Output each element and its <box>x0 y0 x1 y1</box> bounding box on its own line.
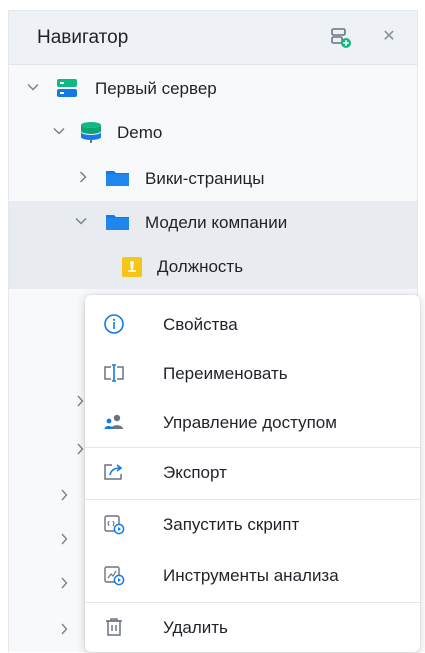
chevron-right-icon[interactable] <box>57 622 71 636</box>
export-icon <box>103 461 125 483</box>
add-server-icon[interactable] <box>331 27 351 49</box>
chevron-down-icon[interactable] <box>73 213 89 229</box>
close-icon[interactable]: ✕ <box>380 26 398 48</box>
tree-item-label: Первый сервер <box>95 79 217 98</box>
menu-item-label: Удалить <box>163 618 228 637</box>
app-frame: Навигатор ✕ Первый сервер Demo Вики-стра… <box>0 0 425 652</box>
menu-item-export[interactable]: Экспорт <box>85 448 420 498</box>
menu-item-properties[interactable]: Свойства <box>85 300 420 350</box>
tree-item-label: Модели компании <box>145 213 288 232</box>
menu-item-label: Инструменты анализа <box>163 566 339 585</box>
tree-item-server[interactable]: Первый сервер <box>9 67 417 111</box>
tree-item-label: Должность <box>157 257 244 276</box>
database-icon <box>79 121 105 143</box>
info-icon <box>103 313 125 335</box>
chevron-right-icon[interactable] <box>57 488 71 502</box>
menu-item-run-script[interactable]: Запустить скрипт <box>85 500 420 550</box>
tree-item-wiki[interactable]: Вики-страницы <box>9 157 417 201</box>
chevron-right-icon[interactable] <box>57 532 71 546</box>
trash-icon <box>103 616 125 638</box>
menu-item-analysis-tools[interactable]: Инструменты анализа <box>85 551 420 601</box>
folder-icon <box>105 211 131 233</box>
menu-item-access-control[interactable]: Управление доступом <box>85 398 420 448</box>
context-menu: Свойства Переименовать Управление доступ… <box>85 295 420 652</box>
chevron-down-icon[interactable] <box>51 123 67 139</box>
tree-item-label: Demo <box>117 123 163 142</box>
access-icon <box>103 411 125 433</box>
menu-item-label: Запустить скрипт <box>163 515 300 534</box>
chevron-right-icon[interactable] <box>75 169 91 185</box>
menu-item-label: Экспорт <box>163 463 227 482</box>
menu-item-rename[interactable]: Переименовать <box>85 349 420 399</box>
menu-item-label: Управление доступом <box>163 413 337 432</box>
folder-icon <box>105 167 131 189</box>
navigator-title: Навигатор <box>37 27 129 48</box>
menu-item-label: Свойства <box>163 315 238 334</box>
model-icon <box>121 256 147 278</box>
menu-item-delete[interactable]: Удалить <box>85 603 420 653</box>
server-icon <box>55 77 81 99</box>
analysis-tools-icon <box>103 564 125 586</box>
navigator-header: Навигатор ✕ <box>9 11 417 65</box>
chevron-right-icon[interactable] <box>57 576 71 590</box>
tree-item-label: Вики-страницы <box>145 169 265 188</box>
run-script-icon <box>103 513 125 535</box>
menu-item-label: Переименовать <box>163 364 288 383</box>
rename-icon <box>103 362 125 384</box>
tree-item-company-models[interactable]: Модели компании <box>9 201 417 245</box>
chevron-down-icon[interactable] <box>25 79 41 95</box>
tree-item-database[interactable]: Demo <box>9 111 417 155</box>
tree-item-position[interactable]: Должность <box>9 245 417 289</box>
